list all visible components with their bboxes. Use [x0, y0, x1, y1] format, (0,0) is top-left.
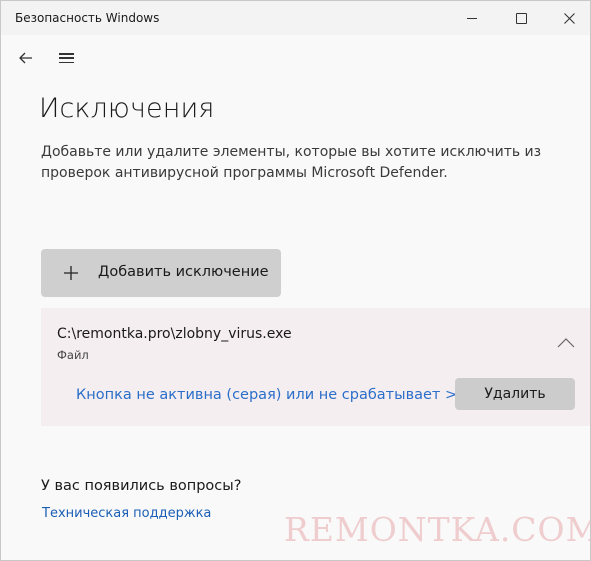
app-window: Безопасность Windows Исключения Добавьте… [0, 0, 591, 561]
disabled-button-help-link[interactable]: Кнопка не активна (серая) или не срабаты… [76, 387, 469, 403]
close-icon [563, 12, 575, 24]
minimize-icon [467, 17, 477, 19]
exclusion-path: C:\remontka.pro\zlobny_virus.exe [57, 326, 292, 342]
chevron-up-icon[interactable] [557, 338, 575, 348]
add-exclusion-label: Добавить исключение [98, 264, 269, 280]
back-button[interactable] [12, 44, 40, 72]
hamburger-menu-icon [58, 53, 74, 63]
watermark: REMONTKA.COM [284, 510, 591, 549]
add-exclusion-button[interactable]: Добавить исключение [41, 249, 281, 297]
title-bar: Безопасность Windows [1, 1, 590, 35]
exclusion-type: Файл [57, 348, 89, 362]
page-title: Исключения [39, 93, 215, 124]
support-link[interactable]: Техническая поддержка [42, 506, 211, 521]
app-title: Безопасность Windows [15, 11, 160, 25]
plus-icon [64, 266, 78, 280]
questions-heading: У вас появились вопросы? [41, 478, 242, 494]
minimize-button[interactable] [449, 1, 495, 35]
menu-button[interactable] [52, 44, 80, 72]
delete-label: Удалить [484, 386, 546, 402]
close-button[interactable] [546, 1, 590, 35]
page-description: Добавьте или удалите элементы, которые в… [41, 144, 542, 181]
maximize-button[interactable] [498, 1, 544, 35]
maximize-icon [515, 12, 527, 24]
exclusion-item[interactable]: C:\remontka.pro\zlobny_virus.exe Файл Кн… [41, 308, 590, 426]
back-arrow-icon [19, 52, 32, 64]
delete-button[interactable]: Удалить [455, 378, 575, 410]
